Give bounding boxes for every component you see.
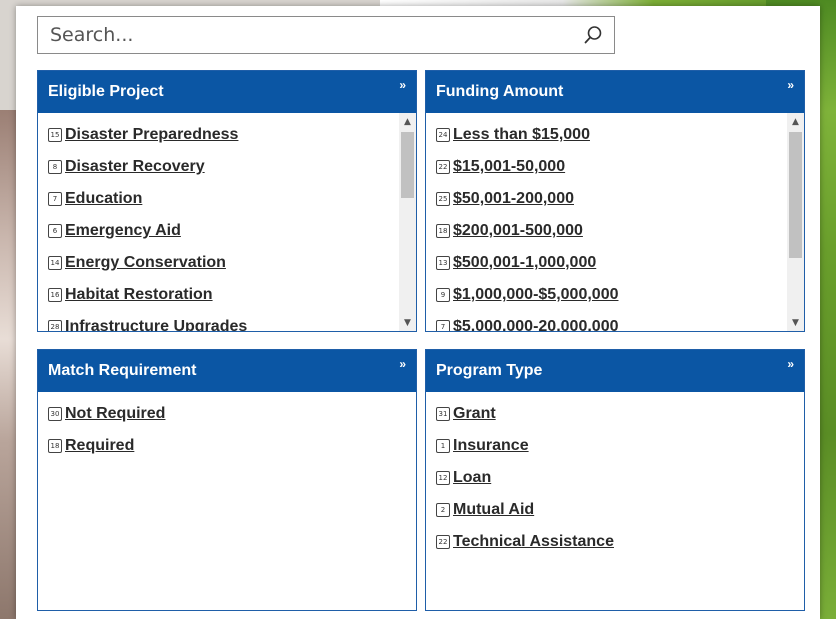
search-bar bbox=[37, 16, 615, 54]
facet-list: 30 Not Required 18 Required bbox=[38, 392, 416, 462]
list-item: 7 Education bbox=[48, 183, 416, 215]
scrollbar[interactable]: ▲ ▼ bbox=[787, 113, 804, 331]
facet-link[interactable]: Technical Assistance bbox=[453, 533, 614, 551]
list-item: 24 Less than $15,000 bbox=[436, 119, 804, 151]
list-item: 18 $200,001-500,000 bbox=[436, 215, 804, 247]
count-badge: 28 bbox=[48, 320, 62, 331]
chevron-down-icon[interactable]: ▼ bbox=[399, 314, 416, 331]
facet-link[interactable]: Not Required bbox=[65, 405, 165, 423]
list-item: 16 Habitat Restoration bbox=[48, 279, 416, 311]
filter-panel: Eligible Project » 15Disaster Preparedne… bbox=[16, 6, 820, 619]
facet-link[interactable]: $50,001-200,000 bbox=[453, 190, 574, 208]
facet-link[interactable]: Energy Conservation bbox=[65, 254, 226, 272]
chevron-up-icon[interactable]: ▲ bbox=[787, 113, 804, 130]
count-badge: 25 bbox=[436, 192, 450, 206]
count-badge: 31 bbox=[436, 407, 450, 421]
count-badge: 30 bbox=[48, 407, 62, 421]
double-chevron-icon[interactable]: » bbox=[399, 357, 406, 371]
count-badge: 24 bbox=[436, 128, 450, 142]
list-item: 2 Mutual Aid bbox=[436, 494, 804, 526]
list-item: 22 Technical Assistance bbox=[436, 526, 804, 558]
list-item: 30 Not Required bbox=[48, 398, 416, 430]
facet-link[interactable]: Education bbox=[65, 190, 142, 208]
list-item: 25 $50,001-200,000 bbox=[436, 183, 804, 215]
facet-link[interactable]: Habitat Restoration bbox=[65, 286, 213, 304]
list-item: 14 Energy Conservation bbox=[48, 247, 416, 279]
facet-link[interactable]: Disaster Recovery bbox=[65, 158, 205, 176]
facet-link[interactable]: $1,000,000-$5,000,000 bbox=[453, 286, 618, 304]
facet-link[interactable]: $5,000,000-20,000,000 bbox=[453, 318, 618, 331]
facet-header: Eligible Project » bbox=[38, 71, 416, 113]
facet-list: 24 Less than $15,000 22 $15,001-50,000 25 $… bbox=[426, 113, 804, 331]
list-item: 28 Infrastructure Upgrades bbox=[48, 311, 416, 331]
scrollbar-thumb[interactable] bbox=[789, 132, 802, 258]
facet-link[interactable]: Emergency Aid bbox=[65, 222, 181, 240]
count-badge: 12 bbox=[436, 471, 450, 485]
list-item: 31 Grant bbox=[436, 398, 804, 430]
facet-link[interactable]: $15,001-50,000 bbox=[453, 158, 565, 176]
list-item: 8 Disaster Recovery bbox=[48, 151, 416, 183]
count-badge: 7 bbox=[48, 192, 62, 206]
facet-link[interactable]: Grant bbox=[453, 405, 496, 423]
count-badge: 14 bbox=[48, 256, 62, 270]
facet-link[interactable]: Loan bbox=[453, 469, 491, 487]
facet-header: Program Type » bbox=[426, 350, 804, 392]
count-badge: 16 bbox=[48, 288, 62, 302]
count-badge: 18 bbox=[436, 224, 450, 238]
facet-link[interactable]: Infrastructure Upgrades bbox=[65, 318, 247, 331]
chevron-up-icon[interactable]: ▲ bbox=[399, 113, 416, 130]
facet-link[interactable]: $500,001-1,000,000 bbox=[453, 254, 596, 272]
facet-match-requirement: Match Requirement » 30 Not Required 18 Req… bbox=[37, 349, 417, 611]
double-chevron-icon[interactable]: » bbox=[399, 78, 406, 92]
count-badge: 15 bbox=[48, 128, 62, 142]
count-badge: 18 bbox=[48, 439, 62, 453]
facet-link[interactable]: $200,001-500,000 bbox=[453, 222, 583, 240]
facet-link[interactable]: Less than $15,000 bbox=[453, 126, 590, 144]
count-badge: 9 bbox=[436, 288, 450, 302]
list-item: 6 Emergency Aid bbox=[48, 215, 416, 247]
scrollbar[interactable]: ▲ ▼ bbox=[399, 113, 416, 331]
count-badge: 1 bbox=[436, 439, 450, 453]
count-badge: 2 bbox=[436, 503, 450, 517]
list-item: 22 $15,001-50,000 bbox=[436, 151, 804, 183]
facet-header: Funding Amount » bbox=[426, 71, 804, 113]
list-item: 1 Insurance bbox=[436, 430, 804, 462]
facet-body: 31 Grant 1 Insurance 12 Loan 2 Mutual Aid 22… bbox=[426, 392, 804, 610]
chevron-down-icon[interactable]: ▼ bbox=[787, 314, 804, 331]
facet-title: Eligible Project bbox=[48, 83, 164, 100]
double-chevron-icon[interactable]: » bbox=[787, 357, 794, 371]
facet-body: 15 Disaster Preparedness 8 Disaster Recove… bbox=[38, 113, 416, 331]
facet-title: Funding Amount bbox=[436, 83, 564, 100]
list-item: 15 Disaster Preparedness bbox=[48, 119, 416, 151]
search-input[interactable] bbox=[38, 18, 578, 52]
count-badge: 7 bbox=[436, 320, 450, 331]
facet-funding-amount: Funding Amount » 24 Less than $15,000 22 $… bbox=[425, 70, 805, 332]
facet-title: Match Requirement bbox=[48, 362, 197, 379]
count-badge: 13 bbox=[436, 256, 450, 270]
facet-list: 31 Grant 1 Insurance 12 Loan 2 Mutual Aid 22… bbox=[426, 392, 804, 558]
facet-list: 15 Disaster Preparedness 8 Disaster Recove… bbox=[38, 113, 416, 331]
facet-eligible-project: Eligible Project » 15 Disaster Preparedne… bbox=[37, 70, 417, 332]
facet-body: 24 Less than $15,000 22 $15,001-50,000 25 $… bbox=[426, 113, 804, 331]
facet-link[interactable]: Required bbox=[65, 437, 134, 455]
scrollbar-thumb[interactable] bbox=[401, 132, 414, 198]
count-badge: 6 bbox=[48, 224, 62, 238]
list-item: 12 Loan bbox=[436, 462, 804, 494]
count-badge: 8 bbox=[48, 160, 62, 174]
list-item: 18 Required bbox=[48, 430, 416, 462]
list-item: 13 $500,001-1,000,000 bbox=[436, 247, 804, 279]
count-badge: 22 bbox=[436, 535, 450, 549]
facet-link[interactable]: Insurance bbox=[453, 437, 529, 455]
double-chevron-icon[interactable]: » bbox=[787, 78, 794, 92]
facet-title: Program Type bbox=[436, 362, 543, 379]
facet-program-type: Program Type » 31 Grant 1 Insurance 12 Loan… bbox=[425, 349, 805, 611]
facet-link[interactable]: Disaster Preparedness bbox=[65, 126, 238, 144]
search-icon[interactable] bbox=[578, 20, 608, 50]
facet-link[interactable]: Mutual Aid bbox=[453, 501, 534, 519]
facet-body: 30 Not Required 18 Required bbox=[38, 392, 416, 610]
count-badge: 22 bbox=[436, 160, 450, 174]
facet-header: Match Requirement » bbox=[38, 350, 416, 392]
list-item: 9 $1,000,000-$5,000,000 bbox=[436, 279, 804, 311]
list-item: 7 $5,000,000-20,000,000 bbox=[436, 311, 804, 331]
